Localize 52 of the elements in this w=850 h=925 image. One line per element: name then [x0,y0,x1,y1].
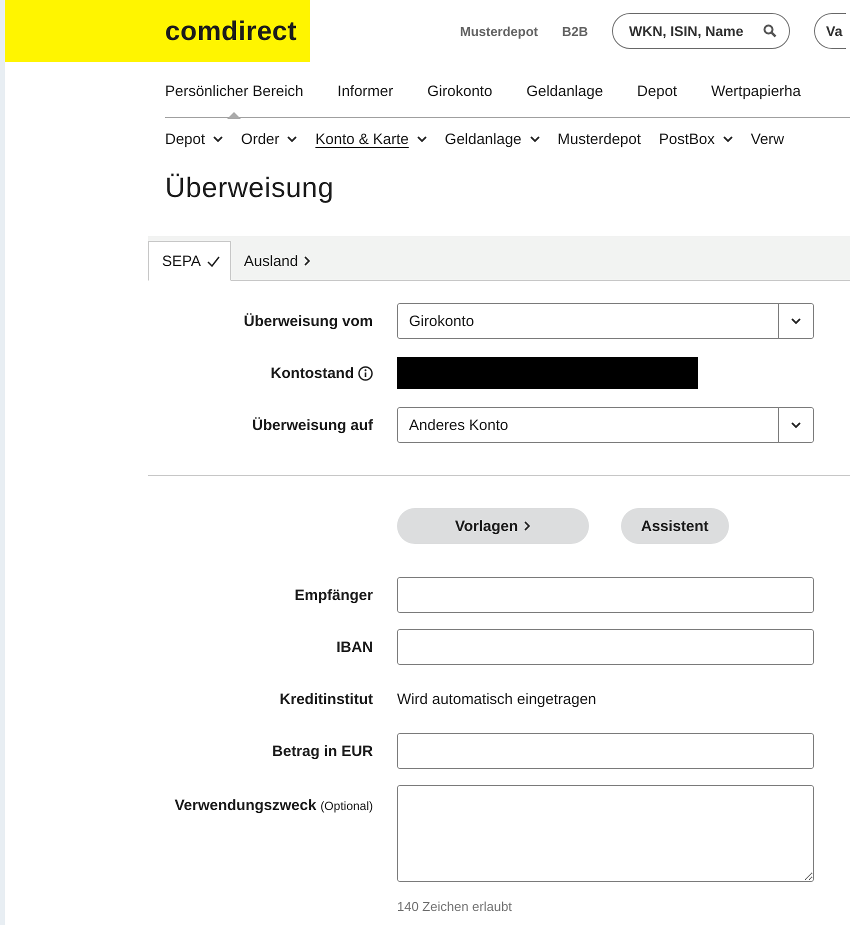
input-field[interactable] [397,577,814,613]
chevron-down-icon [416,136,427,142]
input-field[interactable] [397,733,814,769]
optional-note: (Optional) [320,798,373,812]
search-field[interactable]: WKN, ISIN, Name [612,13,790,49]
sub-nav-item[interactable]: Geldanlage [444,130,540,148]
field-label: Überweisung vom [242,312,373,330]
chevron-down-icon [530,136,540,142]
chevron-down-icon [213,136,224,142]
sub-nav-item[interactable]: PostBox [658,130,733,148]
main-nav-item[interactable]: Depot [637,62,678,118]
chevron-down-icon [722,136,733,142]
info-icon[interactable] [358,366,373,380]
field-label: Betrag in EUR [271,742,373,760]
logo[interactable]: comdirect [5,0,310,62]
chevron-down-icon [791,318,801,324]
sub-nav-item[interactable]: Order [241,130,298,148]
field-label: Kontostand [270,364,354,382]
main-nav-item[interactable]: Persönlicher Bereich [165,62,304,118]
field-label: Verwendungszweck [174,797,316,814]
field-label: Überweisung auf [251,416,373,434]
account-dropdown[interactable]: Anderes Konto [397,407,814,443]
input-field[interactable] [397,629,814,665]
field-label: Kreditinstitut [278,690,373,708]
search-icon [763,24,778,38]
header-button[interactable]: Va [814,13,846,49]
page-title: Überweisung [165,172,335,204]
main-nav-item[interactable]: Informer [337,62,394,118]
field-value: Wird automatisch eingetragen [397,690,598,708]
chevron-down-icon [287,136,298,142]
account-dropdown[interactable]: Girokonto [397,303,814,339]
chevron-down-icon [791,422,801,428]
field-label: Empfänger [294,586,373,604]
tab[interactable]: SEPA [148,241,231,281]
sub-nav-item[interactable]: Verw [750,130,784,148]
header-link[interactable]: Musterdepot [460,24,538,38]
header-link[interactable]: B2B [562,24,588,38]
sub-nav-item[interactable]: Depot [165,130,224,148]
templates-button[interactable]: Vorlagen [397,508,589,544]
main-nav-item[interactable]: Wertpapierha [711,62,801,118]
main-nav-item[interactable]: Geldanlage [526,62,604,118]
sub-nav-item[interactable]: Konto & Karte [315,130,427,148]
assistant-button[interactable]: Assistent [621,508,729,544]
chevron-right-icon [304,256,312,266]
field-label: IBAN [335,638,373,656]
tab[interactable]: Ausland [230,242,322,280]
main-nav-item[interactable]: Girokonto [427,62,492,118]
chevron-right-icon [524,521,532,531]
check-icon [206,256,220,266]
character-hint: 140 Zeichen erlaubt [397,899,513,914]
text-area[interactable] [397,785,814,882]
sub-nav-item[interactable]: Musterdepot [558,130,641,148]
